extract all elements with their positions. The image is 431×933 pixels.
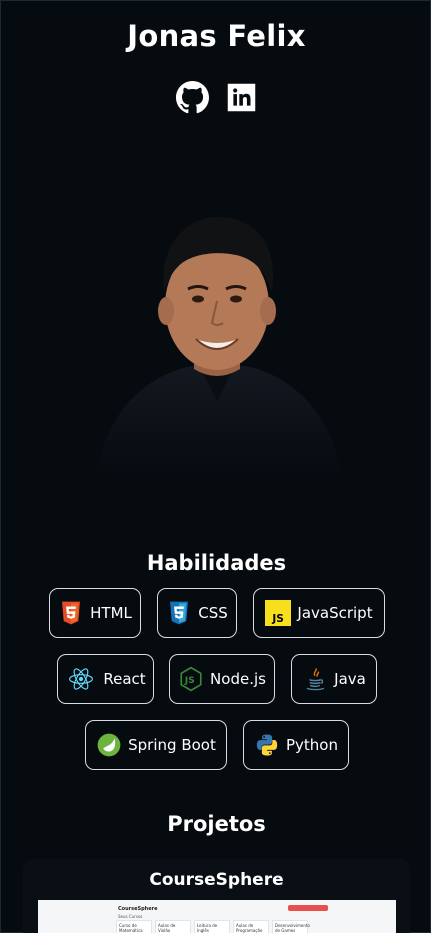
skill-javascript[interactable]: JS JavaScript bbox=[253, 588, 385, 638]
spring-icon bbox=[96, 732, 122, 758]
skill-python[interactable]: Python bbox=[243, 720, 349, 770]
html5-icon bbox=[58, 600, 84, 626]
java-icon bbox=[302, 666, 328, 692]
python-icon bbox=[254, 732, 280, 758]
preview-card: Leitura de Inglês bbox=[194, 920, 230, 933]
portfolio-page: Jonas Felix Habilidades HTML CSS JS Java… bbox=[1, 1, 431, 933]
project-screenshot[interactable]: CourseSphere Seus Cursos Curso de Matemá… bbox=[38, 900, 396, 933]
preview-brand: CourseSphere bbox=[118, 906, 158, 912]
linkedin-icon bbox=[225, 81, 258, 114]
preview-button bbox=[288, 905, 328, 911]
svg-text:JS: JS bbox=[272, 613, 285, 625]
skills-title: Habilidades bbox=[146, 551, 287, 575]
skill-react[interactable]: React bbox=[57, 654, 154, 704]
skill-css[interactable]: CSS bbox=[157, 588, 237, 638]
skill-java[interactable]: Java bbox=[291, 654, 377, 704]
skill-label: React bbox=[103, 670, 146, 688]
skill-spring-boot[interactable]: Spring Boot bbox=[85, 720, 227, 770]
skill-label: Spring Boot bbox=[128, 736, 216, 754]
preview-card: Aulas de Programação bbox=[233, 920, 269, 933]
projects-title: Projetos bbox=[167, 812, 266, 836]
skill-label: Python bbox=[286, 736, 338, 754]
project-title: CourseSphere bbox=[149, 870, 284, 890]
skill-label: CSS bbox=[198, 604, 228, 622]
nodejs-icon: JS bbox=[178, 666, 204, 692]
javascript-icon: JS bbox=[265, 600, 292, 626]
skill-label: HTML bbox=[90, 604, 132, 622]
project-card[interactable]: CourseSphere CourseSphere Seus Cursos Cu… bbox=[23, 859, 410, 933]
skill-label: Java bbox=[334, 670, 366, 688]
preview-card: Aulas de Violão bbox=[155, 920, 191, 933]
svg-text:JS: JS bbox=[184, 676, 195, 686]
github-icon bbox=[175, 81, 209, 114]
skill-html[interactable]: HTML bbox=[49, 588, 141, 638]
preview-card: Desenvolvimento de Games bbox=[272, 920, 310, 933]
react-icon bbox=[65, 666, 97, 692]
css3-icon bbox=[166, 600, 192, 626]
linkedin-link[interactable] bbox=[225, 81, 258, 114]
skill-label: JavaScript bbox=[297, 604, 373, 622]
social-links bbox=[1, 81, 431, 114]
profile-name: Jonas Felix bbox=[127, 19, 306, 53]
preview-subtitle: Seus Cursos bbox=[118, 914, 143, 919]
skill-label: Node.js bbox=[210, 670, 266, 688]
preview-card: Curso de Matemática bbox=[116, 920, 152, 933]
avatar bbox=[86, 201, 348, 476]
preview-cards: Curso de Matemática Aulas de Violão Leit… bbox=[116, 920, 310, 933]
github-link[interactable] bbox=[175, 81, 209, 114]
skill-nodejs[interactable]: JS Node.js bbox=[169, 654, 275, 704]
